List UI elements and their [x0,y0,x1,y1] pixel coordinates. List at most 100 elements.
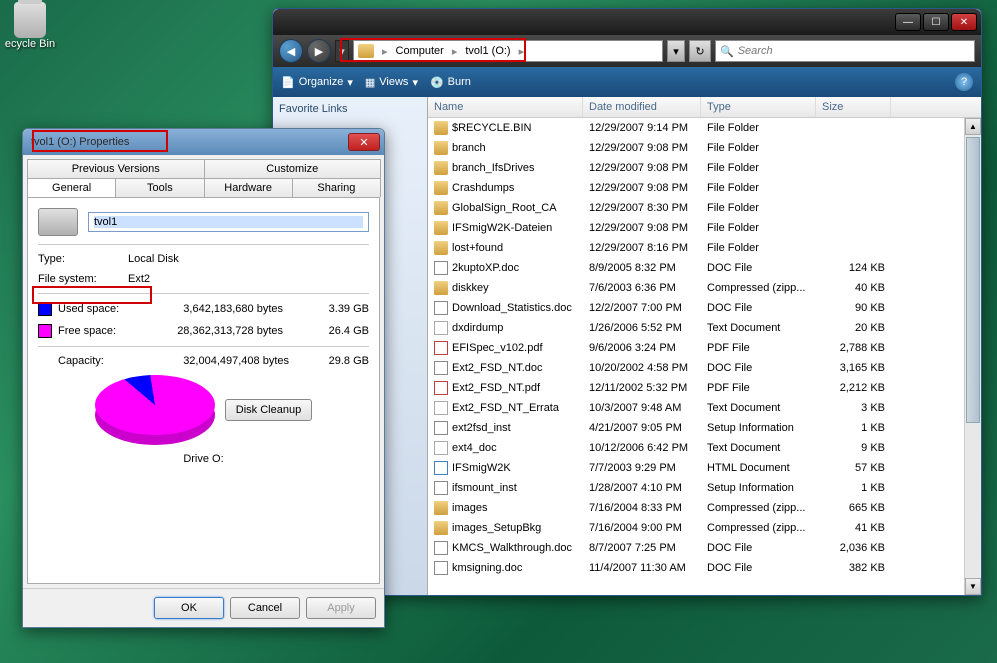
minimize-button[interactable]: — [895,13,921,31]
file-row[interactable]: branch12/29/2007 9:08 PMFile Folder [428,138,964,158]
address-dropdown[interactable]: ▾ [667,40,685,62]
file-size [816,207,891,209]
crumb-tvol1[interactable]: tvol1 (O:) [465,45,510,57]
file-date: 8/9/2005 8:32 PM [583,261,701,275]
doc-icon [434,561,448,575]
tab-previous-versions[interactable]: Previous Versions [27,159,205,178]
tab-general[interactable]: General [27,178,116,197]
file-row[interactable]: Ext2_FSD_NT.pdf12/11/2002 5:32 PMPDF Fil… [428,378,964,398]
file-row[interactable]: 2kuptoXP.doc8/9/2005 8:32 PMDOC File124 … [428,258,964,278]
scroll-thumb[interactable] [966,137,980,423]
file-date: 7/16/2004 9:00 PM [583,521,701,535]
recent-dropdown[interactable]: ▾ [335,40,349,62]
file-type: DOC File [701,561,816,575]
used-size: 3.39 GB [309,303,369,315]
organize-icon: 📄 [281,76,295,89]
file-row[interactable]: Ext2_FSD_NT_Errata10/3/2007 9:48 AMText … [428,398,964,418]
file-list[interactable]: $RECYCLE.BIN12/29/2007 9:14 PMFile Folde… [428,118,964,595]
file-row[interactable]: lost+found12/29/2007 8:16 PMFile Folder [428,238,964,258]
file-row[interactable]: EFISpec_v102.pdf9/6/2006 3:24 PMPDF File… [428,338,964,358]
properties-close-button[interactable]: ✕ [348,133,380,151]
forward-button[interactable]: ▶ [307,39,331,63]
vertical-scrollbar[interactable]: ▲ ▼ [964,118,981,595]
search-input[interactable] [738,45,970,57]
column-headers: Name Date modified Type Size [428,97,981,118]
filesystem-label: File system: [38,273,128,285]
tab-sharing[interactable]: Sharing [292,178,381,197]
file-name: EFISpec_v102.pdf [452,342,543,354]
recycle-bin-desktop-icon[interactable]: ecycle Bin [0,2,60,50]
scroll-down-button[interactable]: ▼ [965,578,981,595]
file-name: IFSmigW2K [452,462,511,474]
crumb-sep-icon: ▸ [515,45,529,58]
free-label: Free space: [58,325,128,337]
file-date: 4/21/2007 9:05 PM [583,421,701,435]
col-type[interactable]: Type [701,97,816,117]
burn-icon: 💿 [430,76,444,89]
file-row[interactable]: Ext2_FSD_NT.doc10/20/2002 4:58 PMDOC Fil… [428,358,964,378]
file-row[interactable]: images_SetupBkg7/16/2004 9:00 PMCompress… [428,518,964,538]
scroll-up-button[interactable]: ▲ [965,118,981,135]
file-row[interactable]: Download_Statistics.doc12/2/2007 7:00 PM… [428,298,964,318]
file-size [816,167,891,169]
file-row[interactable]: kmsigning.doc11/4/2007 11:30 AMDOC File3… [428,558,964,578]
col-date[interactable]: Date modified [583,97,701,117]
views-button[interactable]: ▦ Views ▾ [365,76,418,89]
back-button[interactable]: ◀ [279,39,303,63]
file-row[interactable]: Crashdumps12/29/2007 9:08 PMFile Folder [428,178,964,198]
type-value: Local Disk [128,253,179,265]
file-size: 2,212 KB [816,381,891,395]
file-date: 7/6/2003 6:36 PM [583,281,701,295]
used-swatch-icon [38,302,52,316]
file-row[interactable]: KMCS_Walkthrough.doc8/7/2007 7:25 PMDOC … [428,538,964,558]
drive-name-field[interactable] [88,212,369,232]
tab-row-bottom: General Tools Hardware Sharing [23,178,384,197]
file-row[interactable]: branch_IfsDrives12/29/2007 9:08 PMFile F… [428,158,964,178]
free-bytes: 28,362,313,728 bytes [134,325,303,337]
file-name: dxdirdump [452,322,503,334]
file-row[interactable]: GlobalSign_Root_CA12/29/2007 8:30 PMFile… [428,198,964,218]
file-row[interactable]: dxdirdump1/26/2006 5:52 PMText Document2… [428,318,964,338]
free-swatch-icon [38,324,52,338]
address-bar[interactable]: ▸ Computer ▸ tvol1 (O:) ▸ [353,40,663,62]
file-date: 12/29/2007 9:14 PM [583,121,701,135]
apply-button[interactable]: Apply [306,597,376,619]
file-row[interactable]: images7/16/2004 8:33 PMCompressed (zipp.… [428,498,964,518]
burn-button[interactable]: 💿 Burn [430,76,471,89]
doc-icon [434,361,448,375]
zip-icon [434,281,448,295]
file-size [816,187,891,189]
refresh-button[interactable]: ↻ [689,40,711,62]
maximize-button[interactable]: ☐ [923,13,949,31]
file-name: diskkey [452,282,489,294]
file-row[interactable]: ifsmount_inst1/28/2007 4:10 PMSetup Info… [428,478,964,498]
tab-customize[interactable]: Customize [204,159,382,178]
close-button[interactable]: ✕ [951,13,977,31]
tab-row-top: Previous Versions Customize [23,155,384,178]
file-size: 9 KB [816,441,891,455]
file-size [816,227,891,229]
file-row[interactable]: ext2fsd_inst4/21/2007 9:05 PMSetup Infor… [428,418,964,438]
disk-cleanup-button[interactable]: Disk Cleanup [225,399,312,421]
file-name: Download_Statistics.doc [452,302,572,314]
col-name[interactable]: Name [428,97,583,117]
organize-button[interactable]: 📄 Organize ▾ [281,76,353,89]
file-row[interactable]: diskkey7/6/2003 6:36 PMCompressed (zipp.… [428,278,964,298]
file-row[interactable]: ext4_doc10/12/2006 6:42 PMText Document9… [428,438,964,458]
cancel-button[interactable]: Cancel [230,597,300,619]
help-button[interactable]: ? [955,73,973,91]
file-row[interactable]: IFSmigW2K7/7/2003 9:29 PMHTML Document57… [428,458,964,478]
file-type: DOC File [701,361,816,375]
tab-hardware[interactable]: Hardware [204,178,293,197]
file-type: Compressed (zipp... [701,521,816,535]
search-box[interactable]: 🔍 [715,40,975,62]
drive-name-input[interactable] [94,216,363,228]
crumb-computer[interactable]: Computer [396,45,444,57]
burn-label: Burn [448,76,471,88]
file-row[interactable]: IFSmigW2K-Dateien12/29/2007 9:08 PMFile … [428,218,964,238]
nav-toolbar: ◀ ▶ ▾ ▸ Computer ▸ tvol1 (O:) ▸ ▾ ↻ 🔍 [273,35,981,67]
file-row[interactable]: $RECYCLE.BIN12/29/2007 9:14 PMFile Folde… [428,118,964,138]
tab-tools[interactable]: Tools [115,178,204,197]
col-size[interactable]: Size [816,97,891,117]
ok-button[interactable]: OK [154,597,224,619]
